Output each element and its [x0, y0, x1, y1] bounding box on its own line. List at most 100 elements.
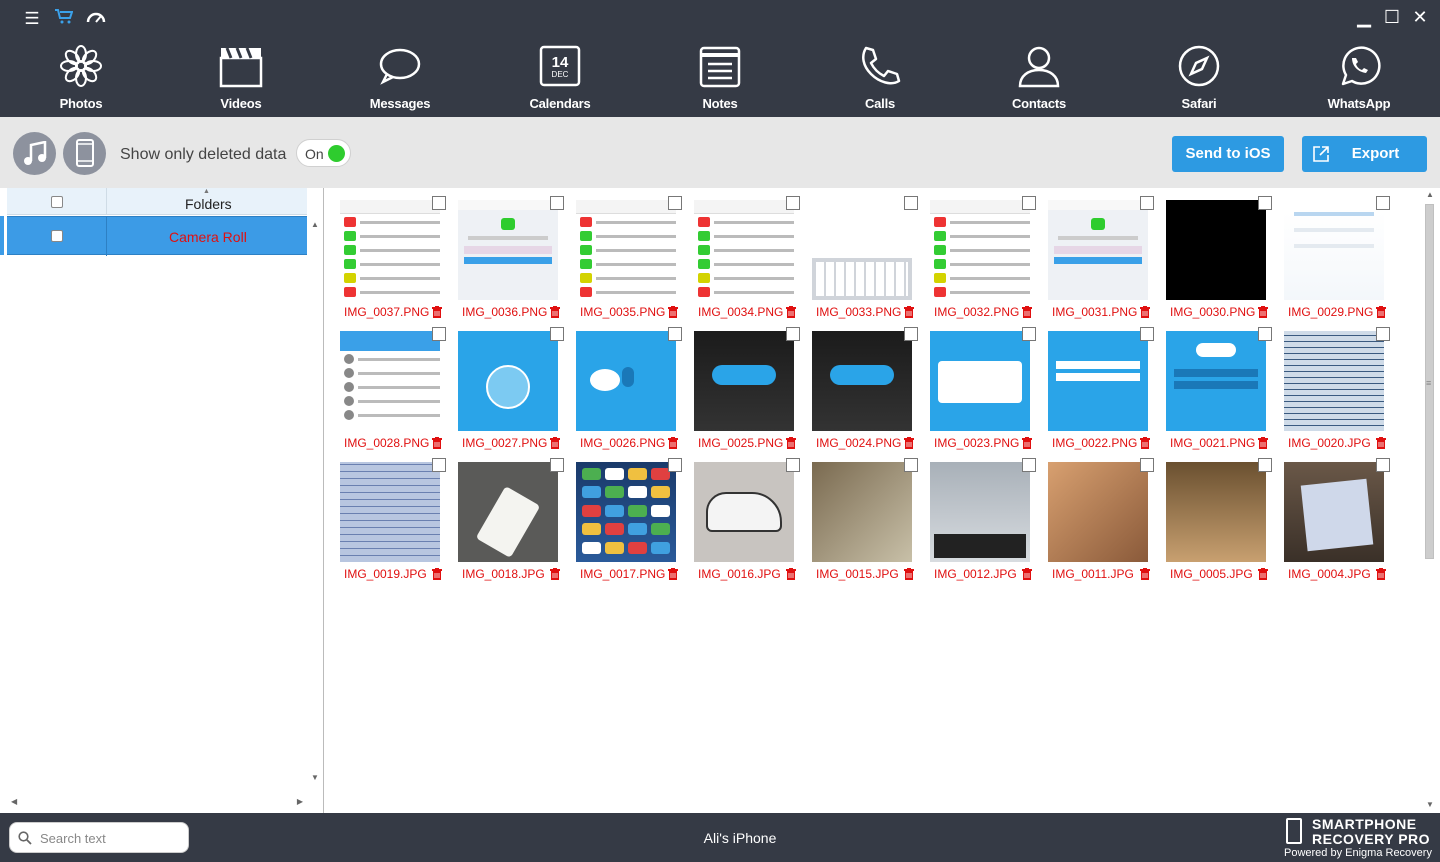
photo-tile[interactable]: IMG_0028.PNG — [340, 325, 446, 450]
nav-contacts[interactable]: Contacts — [974, 40, 1104, 115]
photo-tile[interactable]: IMG_0024.PNG — [812, 325, 918, 450]
music-source-button[interactable] — [13, 132, 56, 175]
trash-icon[interactable] — [904, 567, 914, 580]
nav-calls[interactable]: Calls — [815, 40, 945, 115]
photo-thumbnail[interactable] — [576, 200, 676, 300]
trash-icon[interactable] — [904, 436, 914, 449]
scroll-down-icon[interactable]: ▼ — [311, 773, 319, 782]
folder-row-camera-roll[interactable]: Camera Roll — [7, 216, 307, 256]
trash-icon[interactable] — [1022, 305, 1032, 318]
photo-thumbnail[interactable] — [340, 200, 440, 300]
nav-calendars[interactable]: 14 DEC Calendars — [495, 40, 625, 115]
photo-thumbnail[interactable] — [1284, 200, 1384, 300]
speedometer-icon[interactable] — [86, 10, 106, 28]
trash-icon[interactable] — [1376, 436, 1386, 449]
folder-vertical-scrollbar[interactable]: ▲ ▼ — [308, 216, 322, 786]
trash-icon[interactable] — [432, 436, 442, 449]
photo-checkbox[interactable] — [1258, 196, 1272, 210]
photo-thumbnail[interactable] — [930, 462, 1030, 562]
photo-checkbox[interactable] — [668, 327, 682, 341]
export-button[interactable]: Export — [1302, 136, 1427, 172]
photo-tile[interactable]: IMG_0011.JPG — [1048, 456, 1154, 581]
nav-videos[interactable]: Videos — [176, 40, 306, 115]
photo-thumbnail[interactable] — [1166, 331, 1266, 431]
photo-checkbox[interactable] — [668, 196, 682, 210]
photo-tile[interactable]: IMG_0012.JPG — [930, 456, 1036, 581]
show-deleted-toggle[interactable]: On — [296, 139, 351, 167]
photo-checkbox[interactable] — [904, 196, 918, 210]
trash-icon[interactable] — [786, 305, 796, 318]
photo-tile[interactable]: IMG_0022.PNG — [1048, 325, 1154, 450]
photo-thumbnail[interactable] — [1166, 200, 1266, 300]
photo-thumbnail[interactable] — [1166, 462, 1266, 562]
photo-checkbox[interactable] — [1022, 196, 1036, 210]
folder-checkbox[interactable] — [51, 230, 63, 242]
scroll-up-icon[interactable]: ▲ — [311, 220, 319, 229]
photo-checkbox[interactable] — [786, 327, 800, 341]
photo-tile[interactable]: IMG_0026.PNG — [576, 325, 682, 450]
folders-column-header[interactable]: Folders — [185, 196, 232, 212]
photo-thumbnail[interactable] — [1048, 331, 1148, 431]
send-to-ios-button[interactable]: Send to iOS — [1172, 136, 1284, 172]
photo-thumbnail[interactable] — [1284, 462, 1384, 562]
photo-tile[interactable]: IMG_0018.JPG — [458, 456, 564, 581]
photo-thumbnail[interactable] — [694, 331, 794, 431]
trash-icon[interactable] — [1140, 567, 1150, 580]
trash-icon[interactable] — [1376, 305, 1386, 318]
photo-tile[interactable]: IMG_0035.PNG — [576, 194, 682, 319]
photo-tile[interactable]: IMG_0015.JPG — [812, 456, 918, 581]
trash-icon[interactable] — [550, 567, 560, 580]
nav-messages[interactable]: Messages — [335, 40, 465, 115]
photo-checkbox[interactable] — [1140, 196, 1154, 210]
photo-thumbnail[interactable] — [812, 331, 912, 431]
trash-icon[interactable] — [1376, 567, 1386, 580]
photo-checkbox[interactable] — [1376, 458, 1390, 472]
photo-tile[interactable]: IMG_0037.PNG — [340, 194, 446, 319]
photo-thumbnail[interactable] — [458, 331, 558, 431]
trash-icon[interactable] — [550, 305, 560, 318]
photo-checkbox[interactable] — [1140, 458, 1154, 472]
photo-thumbnail[interactable] — [340, 462, 440, 562]
photo-tile[interactable]: IMG_0005.JPG — [1166, 456, 1272, 581]
photo-tile[interactable]: IMG_0032.PNG — [930, 194, 1036, 319]
scroll-right-icon[interactable]: ▶ — [297, 797, 303, 806]
photo-tile[interactable]: IMG_0031.PNG — [1048, 194, 1154, 319]
photo-checkbox[interactable] — [786, 196, 800, 210]
trash-icon[interactable] — [1022, 567, 1032, 580]
photo-checkbox[interactable] — [432, 327, 446, 341]
cart-icon[interactable] — [54, 9, 74, 28]
nav-notes[interactable]: Notes — [655, 40, 785, 115]
photo-tile[interactable]: IMG_0023.PNG — [930, 325, 1036, 450]
photo-tile[interactable]: IMG_0036.PNG — [458, 194, 564, 319]
trash-icon[interactable] — [1140, 305, 1150, 318]
scroll-up-icon[interactable]: ▲ — [1426, 190, 1434, 199]
photo-checkbox[interactable] — [550, 327, 564, 341]
gallery-vertical-scrollbar[interactable]: ▲ ≡ ▼ — [1422, 188, 1440, 813]
folder-horizontal-scrollbar[interactable]: ◀ ▶ — [7, 796, 307, 810]
maximize-icon[interactable]: ☐ — [1382, 7, 1402, 27]
photo-checkbox[interactable] — [1140, 327, 1154, 341]
close-icon[interactable]: ✕ — [1410, 7, 1430, 27]
photo-tile[interactable]: IMG_0029.PNG — [1284, 194, 1390, 319]
trash-icon[interactable] — [1140, 436, 1150, 449]
photo-thumbnail[interactable] — [458, 200, 558, 300]
photo-checkbox[interactable] — [550, 196, 564, 210]
trash-icon[interactable] — [786, 567, 796, 580]
photo-thumbnail[interactable] — [1048, 462, 1148, 562]
photo-checkbox[interactable] — [1258, 458, 1272, 472]
photo-checkbox[interactable] — [1258, 327, 1272, 341]
photo-checkbox[interactable] — [1022, 458, 1036, 472]
photo-thumbnail[interactable] — [812, 462, 912, 562]
photo-checkbox[interactable] — [1376, 327, 1390, 341]
trash-icon[interactable] — [668, 305, 678, 318]
trash-icon[interactable] — [432, 567, 442, 580]
photo-thumbnail[interactable] — [930, 331, 1030, 431]
scroll-down-icon[interactable]: ▼ — [1426, 800, 1434, 809]
trash-icon[interactable] — [668, 567, 678, 580]
photo-tile[interactable]: IMG_0025.PNG — [694, 325, 800, 450]
photo-checkbox[interactable] — [668, 458, 682, 472]
photo-tile[interactable]: IMG_0020.JPG — [1284, 325, 1390, 450]
select-all-folders-checkbox[interactable] — [51, 196, 63, 208]
scroll-left-icon[interactable]: ◀ — [11, 797, 17, 806]
photo-tile[interactable]: IMG_0027.PNG — [458, 325, 564, 450]
